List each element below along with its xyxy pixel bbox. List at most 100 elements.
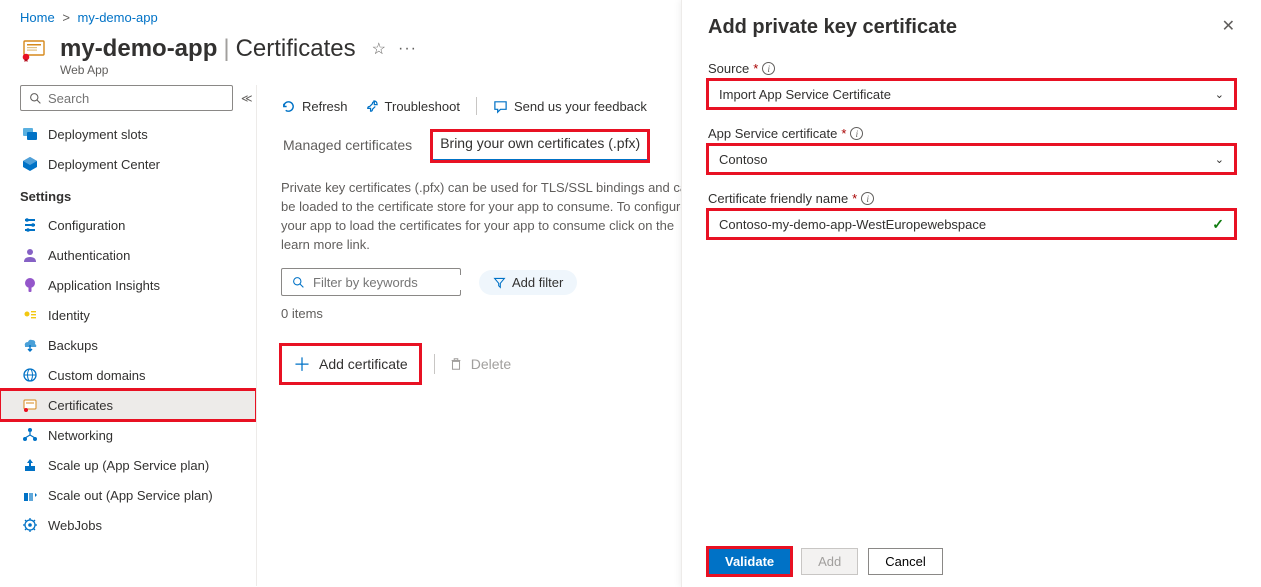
close-icon[interactable]: ✕ [1222,16,1235,36]
networking-icon [22,427,38,443]
authentication-icon [22,247,38,263]
sidebar-item-identity[interactable]: Identity [0,300,256,330]
trash-icon [449,357,463,371]
validate-button[interactable]: Validate [708,548,791,575]
filter-text[interactable] [313,275,489,290]
collapse-sidebar-icon[interactable]: ≪ [241,92,253,105]
info-icon[interactable]: i [850,127,863,140]
troubleshoot-icon [364,99,379,114]
add-certificate-label: Add certificate [319,356,408,372]
chevron-down-icon: ⌄ [1215,153,1224,166]
certificate-resource-icon [20,35,48,63]
add-filter-label: Add filter [512,275,563,290]
troubleshoot-button[interactable]: Troubleshoot [364,99,460,114]
delete-label: Delete [471,356,511,372]
info-icon[interactable]: i [861,192,874,205]
add-button: Add [801,548,858,575]
more-actions-icon[interactable]: ··· [398,40,417,58]
source-select[interactable]: Import App Service Certificate ⌄ [708,80,1235,108]
refresh-button[interactable]: Refresh [281,99,348,114]
title-separator: | [223,35,229,63]
add-certificate-flyout: Add private key certificate ✕ Source * i… [681,0,1261,587]
add-certificate-button[interactable]: ＋ Add certificate [281,345,420,383]
nav-label: Configuration [48,218,125,233]
backups-icon [22,337,38,353]
deployment-center-icon [22,156,38,172]
nav-label: Deployment slots [48,127,148,142]
sidebar-item-backups[interactable]: Backups [0,330,256,360]
page-title: my-demo-app [60,35,217,63]
scale-up-icon [22,457,38,473]
feedback-button[interactable]: Send us your feedback [493,99,647,114]
webjobs-icon [22,517,38,533]
tab-managed-certificates[interactable]: Managed certificates [281,131,414,161]
nav-label: Application Insights [48,278,160,293]
sidebar-item-configuration[interactable]: Configuration [0,210,256,240]
delete-button[interactable]: Delete [449,356,511,372]
nav-label: Identity [48,308,90,323]
nav-label: Custom domains [48,368,146,383]
nav-label: Scale out (App Service plan) [48,488,213,503]
breadcrumb-home[interactable]: Home [20,10,55,25]
plus-icon: ＋ [293,351,311,377]
identity-icon [22,307,38,323]
breadcrumb-sep: > [62,10,70,25]
nav-label: Authentication [48,248,130,263]
nav-label: Certificates [48,398,113,413]
nav-label: WebJobs [48,518,102,533]
cancel-button[interactable]: Cancel [868,548,942,575]
sidebar: ≪ Deployment slots Deployment Center Set… [0,85,256,586]
sidebar-item-scale-up[interactable]: Scale up (App Service plan) [0,450,256,480]
nav-label: Backups [48,338,98,353]
add-filter-button[interactable]: Add filter [479,270,577,295]
slots-icon [22,126,38,142]
chevron-down-icon: ⌄ [1215,88,1224,101]
actions-divider [434,354,435,374]
friendly-name-value: Contoso-my-demo-app-WestEuropewebspace [719,217,986,232]
sidebar-search-input[interactable] [48,91,224,106]
search-icon [29,92,42,105]
source-label: Source [708,61,749,76]
sidebar-item-webjobs[interactable]: WebJobs [0,510,256,540]
favorite-star-icon[interactable]: ☆ [372,39,386,59]
feedback-label: Send us your feedback [514,99,647,114]
info-icon[interactable]: i [762,62,775,75]
refresh-icon [281,99,296,114]
insights-icon [22,277,38,293]
check-icon: ✓ [1212,216,1224,233]
required-indicator: * [852,191,857,206]
sidebar-item-deployment-slots[interactable]: Deployment slots [0,119,256,149]
sidebar-item-authentication[interactable]: Authentication [0,240,256,270]
app-service-cert-label: App Service certificate [708,126,837,141]
tab-description: Private key certificates (.pfx) can be u… [281,179,701,254]
sidebar-item-custom-domains[interactable]: Custom domains [0,360,256,390]
app-service-cert-select[interactable]: Contoso ⌄ [708,145,1235,173]
breadcrumb-app[interactable]: my-demo-app [78,10,158,25]
page-section: Certificates [236,35,356,63]
nav-label: Deployment Center [48,157,160,172]
scale-out-icon [22,487,38,503]
search-icon [292,276,305,289]
flyout-title: Add private key certificate [708,16,957,39]
filter-icon [493,276,506,289]
sidebar-search[interactable] [20,85,233,111]
feedback-icon [493,99,508,114]
nav-label: Scale up (App Service plan) [48,458,209,473]
sidebar-item-networking[interactable]: Networking [0,420,256,450]
required-indicator: * [841,126,846,141]
app-service-cert-value: Contoso [719,152,767,167]
sidebar-item-certificates[interactable]: Certificates [0,390,256,420]
friendly-name-label: Certificate friendly name [708,191,848,206]
configuration-icon [22,217,38,233]
domains-icon [22,367,38,383]
nav-label: Networking [48,428,113,443]
sidebar-item-scale-out[interactable]: Scale out (App Service plan) [0,480,256,510]
sidebar-item-deployment-center[interactable]: Deployment Center [0,149,256,179]
required-indicator: * [753,61,758,76]
sidebar-item-application-insights[interactable]: Application Insights [0,270,256,300]
troubleshoot-label: Troubleshoot [385,99,460,114]
certificates-icon [22,397,38,413]
tab-bring-your-own-certificates[interactable]: Bring your own certificates (.pfx) [432,131,648,161]
friendly-name-input[interactable]: Contoso-my-demo-app-WestEuropewebspace ✓ [708,210,1235,238]
filter-input[interactable] [281,268,461,296]
